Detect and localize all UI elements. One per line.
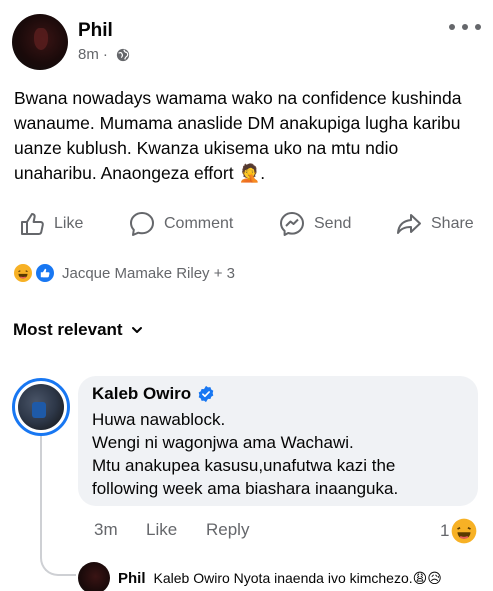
comment-actions: 3m Like Reply (94, 520, 249, 540)
comment-line: following week ama biashara inaanguka. (92, 479, 399, 498)
reply-text: Kaleb Owiro Nyota inaenda ivo kimchezo.😩… (153, 569, 442, 586)
author-avatar[interactable] (12, 14, 68, 70)
comment-text: Huwa nawablock. Wengi ni wagonjwa ama Wa… (92, 408, 464, 500)
comment-reply-button[interactable]: Reply (206, 520, 249, 540)
thread-line (40, 436, 42, 556)
comment-reaction-count[interactable]: 1 (440, 518, 477, 544)
thumbs-up-icon (21, 213, 44, 235)
post-text: Bwana nowadays wamama wako na confidence… (14, 88, 462, 183)
messenger-icon (280, 212, 304, 236)
comment-label: Comment (164, 215, 234, 232)
send-button[interactable]: Send (278, 206, 351, 242)
send-label: Send (314, 215, 352, 232)
reactions-summary[interactable]: Jacque Mamake Riley + 3 (12, 262, 235, 284)
comment-bubble[interactable]: Kaleb Owiro Huwa nawablock. Wengi ni wag… (78, 376, 478, 506)
haha-reaction-icon (12, 262, 34, 284)
sort-label: Most relevant (13, 320, 123, 339)
like-label: Like (54, 215, 84, 232)
share-button[interactable]: Share (395, 206, 474, 242)
reply-author[interactable]: Phil (118, 570, 146, 587)
haha-reaction-icon (452, 518, 477, 544)
commenter-avatar[interactable] (12, 378, 70, 436)
verified-badge-icon (198, 385, 214, 403)
post-action-bar: Like Comment Send Share (0, 206, 493, 246)
chevron-down-icon (131, 327, 142, 333)
like-reaction-icon (34, 262, 56, 284)
reactions-names: Jacque Mamake Riley + 3 (62, 264, 235, 282)
comment-bubble-icon (130, 212, 154, 236)
globe-icon (116, 48, 129, 61)
comment-line: Huwa nawablock. (92, 410, 226, 429)
post-header: Phil 8m · (12, 14, 481, 72)
comment-like-button[interactable]: Like (146, 520, 206, 540)
comment-button[interactable]: Comment (128, 206, 233, 242)
more-options-icon[interactable] (449, 18, 481, 36)
reply-item[interactable]: Phil Kaleb Owiro Nyota inaenda ivo kimch… (78, 562, 442, 591)
comment-line: Wengi ni wagonjwa ama Wachawi. (92, 433, 354, 452)
post-meta: 8m · (78, 46, 130, 63)
comment-line: Mtu anakupea kasusu,unafutwa kazi the (92, 456, 396, 475)
comment-reaction-number: 1 (440, 521, 450, 540)
post-time[interactable]: 8m (78, 46, 99, 63)
commenter-name-row: Kaleb Owiro (92, 384, 464, 404)
comment-time[interactable]: 3m (94, 520, 146, 540)
share-label: Share (431, 215, 474, 232)
author-name[interactable]: Phil (78, 20, 113, 42)
commenter-name[interactable]: Kaleb Owiro (92, 384, 191, 404)
thread-connector (40, 540, 76, 576)
comment-sort-dropdown[interactable]: Most relevant (13, 320, 143, 340)
like-button[interactable]: Like (18, 206, 83, 242)
reply-avatar[interactable] (78, 562, 110, 591)
share-arrow-icon (397, 214, 421, 234)
